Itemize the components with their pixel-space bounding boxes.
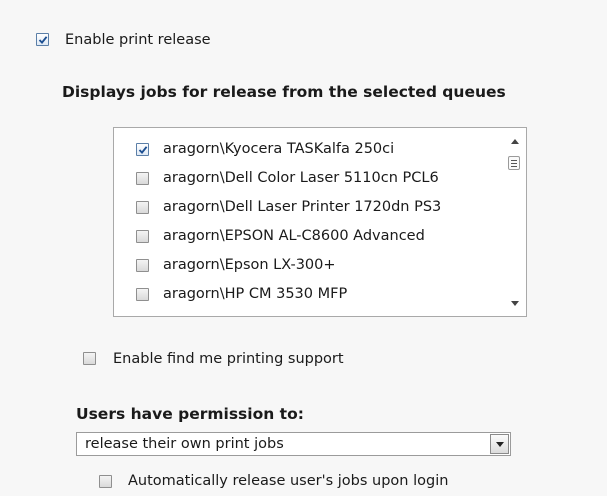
queue-list-item[interactable]: aragorn\Epson LX-300+ [114,252,504,278]
dropdown-button[interactable] [490,434,509,454]
queue-label: aragorn\Dell Color Laser 5110cn PCL6 [163,170,439,186]
queue-checkbox[interactable] [136,230,149,243]
queue-checkbox[interactable] [136,143,149,156]
find-me-printing-label[interactable]: Enable find me printing support [113,350,344,368]
queue-list-item[interactable]: aragorn\Kyocera TASKalfa 250ci [114,136,504,162]
permissions-heading: Users have permission to: [76,405,304,423]
find-me-printing-checkbox[interactable] [83,352,96,365]
queue-checkbox[interactable] [136,172,149,185]
queue-label: aragorn\HP CM 3530 MFP [163,286,348,302]
queue-list-item[interactable]: aragorn\HP CM 3530 MFP [114,281,504,307]
queue-list-item[interactable]: aragorn\Dell Laser Printer 1720dn PS3 [114,194,504,220]
queue-checkbox[interactable] [136,201,149,214]
enable-print-release-checkbox[interactable] [36,33,49,46]
permissions-selected-value: release their own print jobs [85,436,284,452]
queue-list-scrollbar[interactable] [504,128,526,316]
chevron-down-icon [496,442,504,447]
enable-print-release-label[interactable]: Enable print release [65,31,211,49]
scroll-up-arrow-icon[interactable] [511,139,519,144]
queue-list-item[interactable]: aragorn\Dell Color Laser 5110cn PCL6 [114,165,504,191]
queue-checkbox[interactable] [136,288,149,301]
auto-release-checkbox[interactable] [99,475,112,488]
queue-checkbox[interactable] [136,259,149,272]
queue-label: aragorn\Dell Laser Printer 1720dn PS3 [163,199,442,215]
permissions-dropdown[interactable]: release their own print jobs [76,432,511,456]
queue-label: aragorn\EPSON AL-C8600 Advanced [163,228,425,244]
scroll-thumb-grip-icon[interactable] [508,156,520,170]
checkmark-icon [138,146,148,155]
queue-list-item[interactable]: aragorn\EPSON AL-C8600 Advanced [114,223,504,249]
scroll-down-arrow-icon[interactable] [511,301,519,306]
queue-listbox[interactable]: aragorn\Kyocera TASKalfa 250ci aragorn\D… [113,127,527,317]
queue-label: aragorn\Epson LX-300+ [163,257,336,273]
queues-heading: Displays jobs for release from the selec… [62,83,506,101]
checkmark-icon [38,36,48,45]
auto-release-label[interactable]: Automatically release user's jobs upon l… [128,472,448,490]
queue-label: aragorn\Kyocera TASKalfa 250ci [163,141,395,157]
